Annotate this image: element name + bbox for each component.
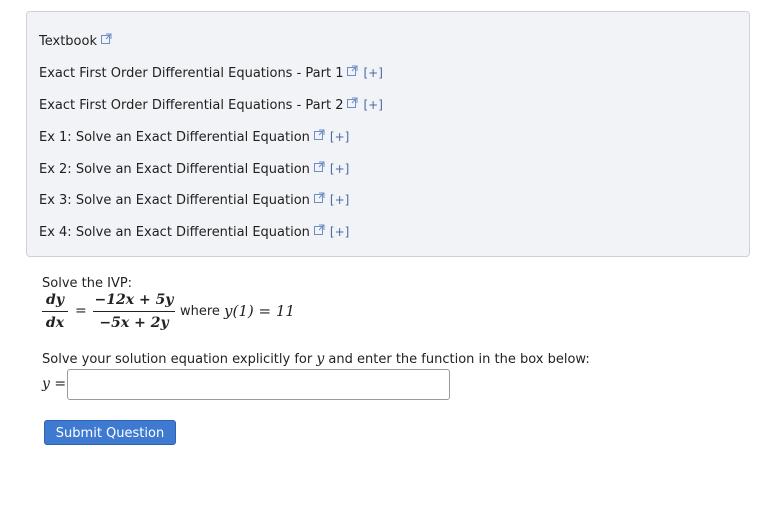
help-link-label[interactable]: Ex 2: Solve an Exact Differential Equati… <box>39 162 310 177</box>
help-link-label[interactable]: Exact First Order Differential Equations… <box>39 98 343 113</box>
external-link-icon <box>347 97 358 108</box>
instruction-text: Solve your solution equation explicitly … <box>42 351 590 367</box>
external-link-icon <box>313 129 325 140</box>
expand-toggle[interactable]: [+] <box>363 66 382 80</box>
help-link-textbook[interactable]: Textbook <box>39 33 112 51</box>
help-link-exact-part-2[interactable]: Exact First Order Differential Equations… <box>39 96 383 115</box>
help-link-label[interactable]: Textbook <box>39 34 97 49</box>
instruction-variable: y <box>316 351 325 367</box>
help-link-label[interactable]: Ex 4: Solve an Exact Differential Equati… <box>39 225 310 240</box>
rhs-numerator: −12x + 5y <box>94 292 174 308</box>
help-link-label[interactable]: Ex 1: Solve an Exact Differential Equati… <box>39 130 310 145</box>
expand-toggle[interactable]: [+] <box>330 162 349 176</box>
help-link-ex-1[interactable]: Ex 1: Solve an Exact Differential Equati… <box>39 128 349 147</box>
help-link-ex-2[interactable]: Ex 2: Solve an Exact Differential Equati… <box>39 160 349 179</box>
equals-sign: = <box>75 303 87 319</box>
answer-label: y = <box>42 376 67 392</box>
external-link-icon <box>347 65 358 76</box>
rhs-denominator: −5x + 2y <box>99 315 169 331</box>
lhs-numerator: dy <box>46 292 64 308</box>
instruction-post: and enter the function in the box below: <box>328 352 590 367</box>
rhs-fraction: −12x + 5y −5x + 2y <box>93 291 175 332</box>
expand-toggle[interactable]: [+] <box>330 130 349 144</box>
help-link-ex-4[interactable]: Ex 4: Solve an Exact Differential Equati… <box>39 223 349 242</box>
expand-toggle[interactable]: [+] <box>330 193 349 207</box>
initial-condition: y(1) = 11 <box>224 302 295 320</box>
lhs-fraction: dy dx <box>42 291 68 332</box>
lhs-denominator: dx <box>45 315 65 331</box>
instruction-pre: Solve your solution equation explicitly … <box>42 352 313 367</box>
external-link-icon <box>313 161 325 172</box>
help-link-label[interactable]: Exact First Order Differential Equations… <box>39 66 343 81</box>
external-link-icon <box>313 224 325 235</box>
where-text: where <box>180 304 220 319</box>
external-link-icon <box>313 192 325 203</box>
expand-toggle[interactable]: [+] <box>330 225 349 239</box>
answer-input[interactable] <box>67 369 450 400</box>
expand-toggle[interactable]: [+] <box>363 98 382 112</box>
help-link-exact-part-1[interactable]: Exact First Order Differential Equations… <box>39 64 383 83</box>
submit-question-button[interactable]: Submit Question <box>44 420 176 445</box>
problem-intro: Solve the IVP: <box>42 276 133 291</box>
help-links-panel: Textbook Exact First Order Differential … <box>26 11 750 257</box>
help-link-ex-3[interactable]: Ex 3: Solve an Exact Differential Equati… <box>39 191 349 210</box>
external-link-icon <box>100 33 112 44</box>
help-link-label[interactable]: Ex 3: Solve an Exact Differential Equati… <box>39 193 310 208</box>
